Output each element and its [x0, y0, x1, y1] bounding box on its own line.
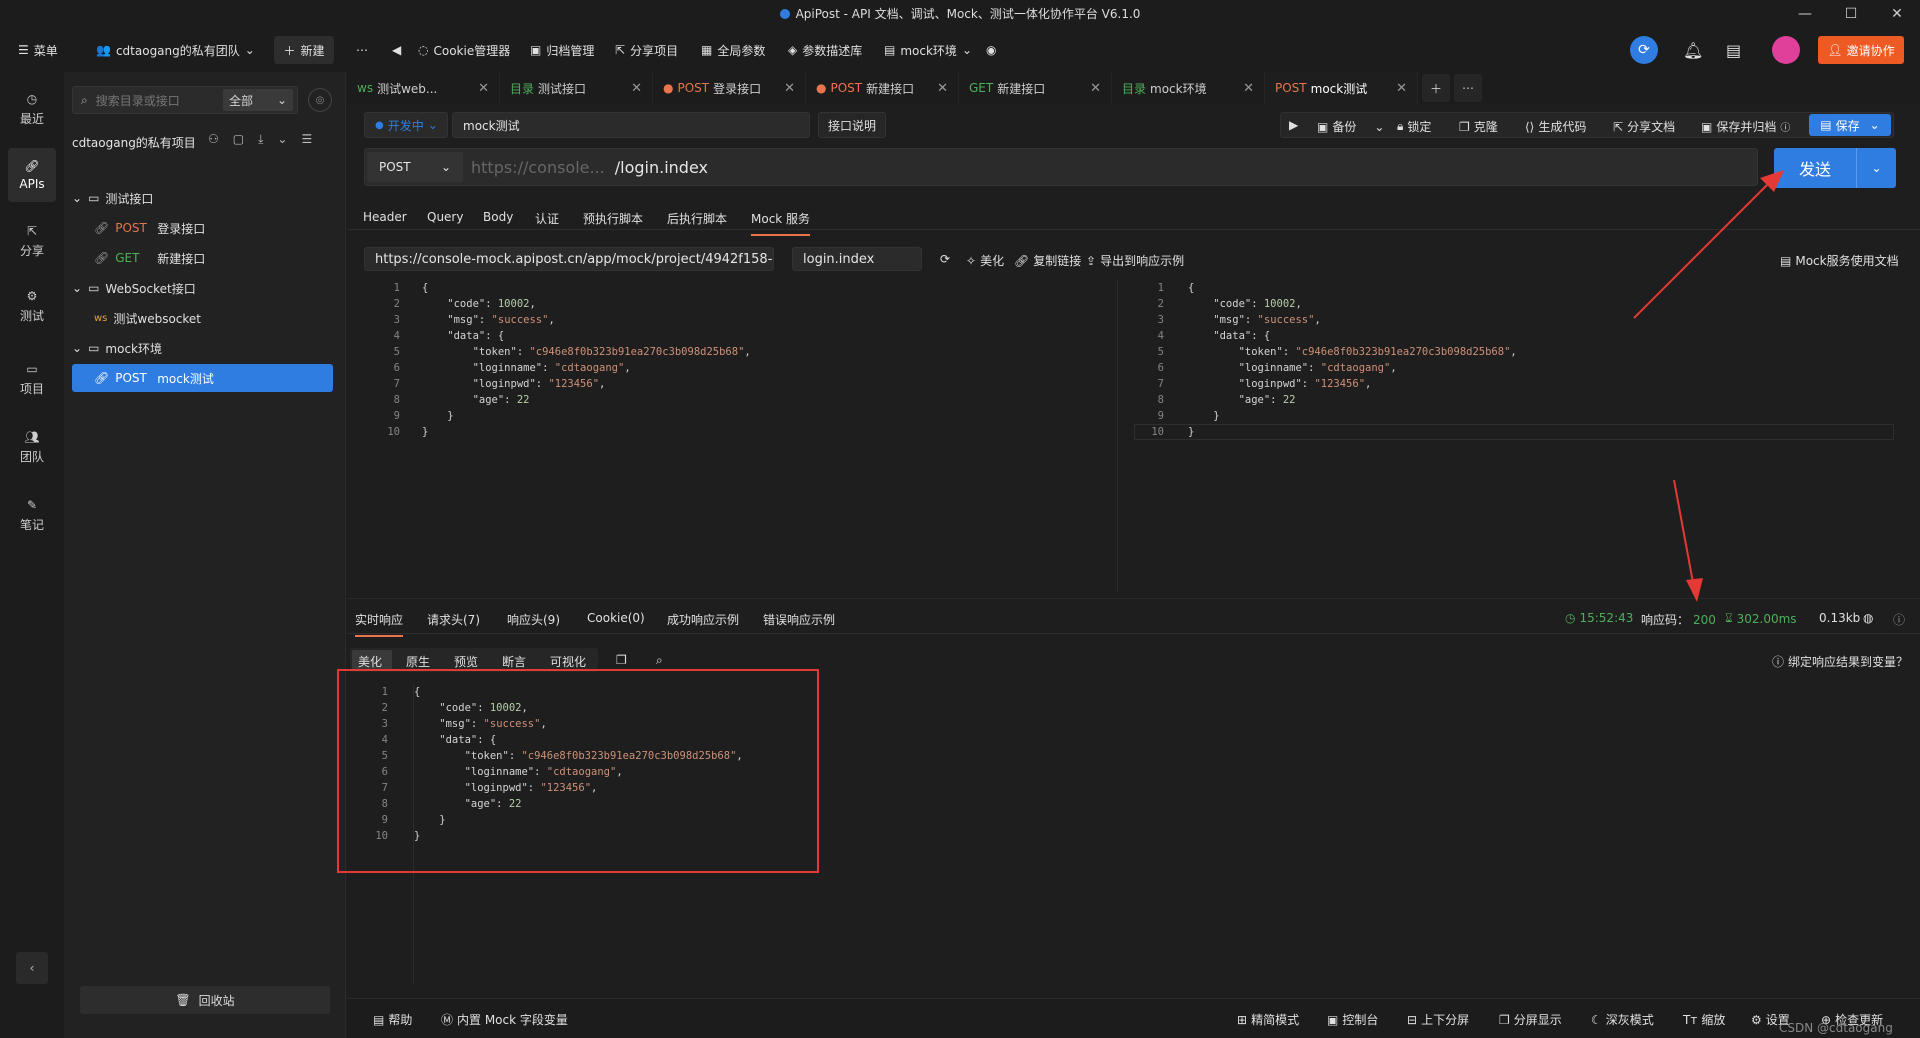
- gear-icon: ⚙: [1751, 1012, 1762, 1027]
- zoom-button[interactable]: Tт 缩放: [1683, 1011, 1725, 1028]
- mock-vars-button[interactable]: Ⓜ 内置 Mock 字段变量: [441, 1011, 568, 1028]
- mock-icon: Ⓜ: [441, 1013, 454, 1027]
- watermark: CSDN @cdtaogang: [1779, 1021, 1893, 1035]
- help-icon: ▤: [373, 1012, 385, 1027]
- console-button[interactable]: ▣ 控制台: [1327, 1011, 1378, 1028]
- help-button[interactable]: ▤ 帮助: [373, 1011, 412, 1028]
- annotation-arrows: [1633, 170, 1784, 602]
- annotation-arrow-send: [1633, 177, 1775, 319]
- moon-icon: ☾: [1591, 1012, 1602, 1027]
- split-icon: ⊟: [1407, 1012, 1418, 1027]
- annotation-arrowhead: [1686, 578, 1703, 602]
- split-button[interactable]: ⊟ 上下分屏: [1407, 1011, 1469, 1028]
- font-size-icon: Tт: [1683, 1012, 1698, 1027]
- split-show-button[interactable]: ❐ 分屏显示: [1499, 1011, 1562, 1028]
- theme-button[interactable]: ☾ 深灰模式: [1591, 1011, 1654, 1028]
- split-view-icon: ❐: [1499, 1012, 1510, 1027]
- simple-mode-button[interactable]: ⊞ 精简模式: [1237, 1011, 1299, 1028]
- grid-icon: ⊞: [1237, 1012, 1248, 1027]
- annotation-arrow-status: [1673, 479, 1695, 589]
- bottom-bar: ▤ 帮助 Ⓜ 内置 Mock 字段变量 ⊞ 精简模式 ▣ 控制台 ⊟ 上下分屏 ❐ 分屏显示…: [347, 998, 1920, 1038]
- terminal-icon: ▣: [1327, 1012, 1339, 1027]
